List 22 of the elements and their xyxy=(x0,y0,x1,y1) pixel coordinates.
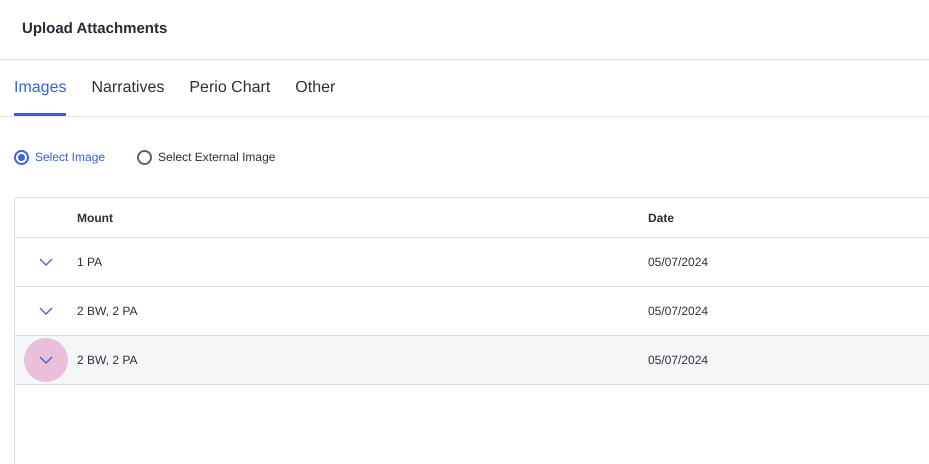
dialog-title: Upload Attachments xyxy=(22,19,168,40)
tab[interactable]: Images xyxy=(14,60,66,116)
tab[interactable]: Perio Chart xyxy=(189,60,270,116)
table-cell-text: 2 BW, 2 PA xyxy=(77,352,138,369)
radio-label: Select External Image xyxy=(158,149,276,166)
chevron-down-icon xyxy=(39,258,53,266)
column-header: Date xyxy=(648,210,674,226)
table-cell-text: 05/07/2024 xyxy=(648,303,708,320)
column-header: Mount xyxy=(77,210,114,226)
table-cell-text: 05/07/2024 xyxy=(648,352,708,369)
chevron-down-icon xyxy=(39,307,53,315)
radio-button[interactable] xyxy=(14,150,29,164)
tab[interactable]: Narratives xyxy=(91,60,164,116)
table-row[interactable]: 2 BW, 2 PA 05/07/2024 xyxy=(15,336,929,385)
tab[interactable]: Other xyxy=(295,60,336,116)
table-cell-text: 2 BW, 2 PA xyxy=(77,303,138,320)
table-cell-text: 05/07/2024 xyxy=(648,254,708,271)
chevron-down-icon xyxy=(39,356,53,364)
radio-label: Select Image xyxy=(35,149,106,166)
radio-button[interactable] xyxy=(137,150,152,164)
table-cell-text: 1 PA xyxy=(77,254,104,271)
expand-button[interactable] xyxy=(24,338,68,382)
